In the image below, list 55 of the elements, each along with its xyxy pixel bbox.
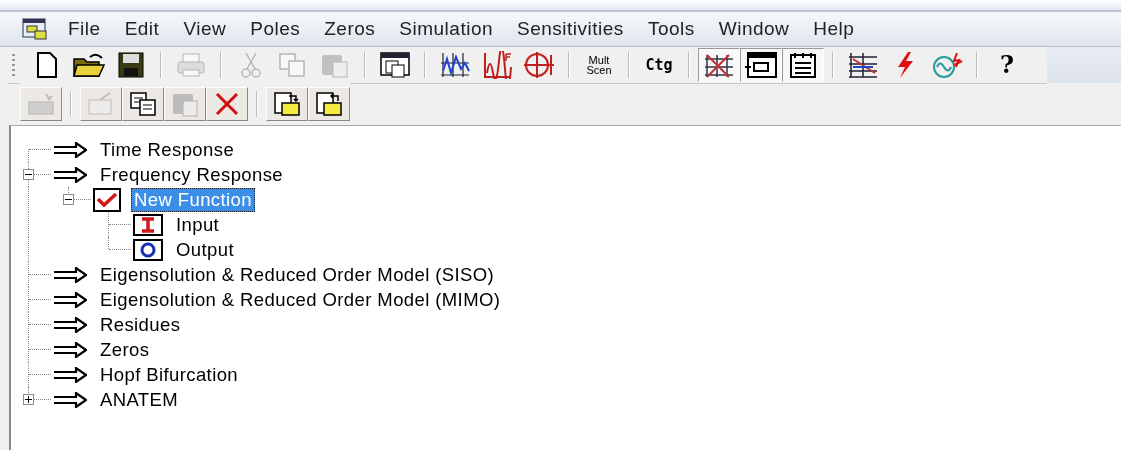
menu-item[interactable]: File [56, 18, 113, 40]
curve-chart-icon [481, 50, 513, 79]
toolbar-button[interactable]: Mult Scen [578, 47, 620, 82]
menu-item[interactable]: View [171, 18, 239, 40]
menu-item[interactable]: Sensitivities [505, 18, 636, 40]
copy-button[interactable] [122, 87, 164, 121]
menu-item[interactable]: Window [706, 18, 802, 40]
folder-export-button[interactable] [308, 87, 350, 121]
printer-icon [175, 50, 207, 79]
menu-item[interactable]: Edit [112, 18, 172, 40]
tree-item[interactable]: Input [173, 212, 223, 237]
checkmark-icon [93, 187, 121, 212]
target-chart-icon [523, 50, 555, 79]
toolbar-grip[interactable] [12, 53, 15, 76]
scissors-icon [241, 50, 261, 79]
menu-item[interactable]: Poles [238, 18, 313, 40]
save-icon [117, 50, 145, 79]
window-pages-icon [379, 50, 411, 79]
expander-toggle[interactable] [23, 169, 34, 180]
tree-item[interactable]: ANATEM [97, 387, 182, 412]
delete-button[interactable] [206, 87, 248, 121]
notepad-icon [788, 50, 818, 79]
menu-item[interactable]: Tools [635, 18, 707, 40]
menu-item[interactable]: Help [801, 18, 867, 40]
delete-icon [214, 91, 240, 117]
tree-item[interactable]: Eigensolution & Reduced Order Model (SISO) [97, 262, 498, 287]
window-button[interactable] [740, 47, 782, 82]
folder-import-icon [272, 90, 302, 118]
tree-item[interactable]: Output [173, 237, 237, 262]
folder-import-button[interactable] [266, 87, 308, 121]
output-icon [133, 238, 163, 261]
app-icon[interactable] [22, 17, 48, 41]
toolbar-button[interactable]: ? [986, 47, 1028, 82]
notepad-button[interactable] [782, 47, 824, 82]
expander-toggle[interactable] [63, 194, 74, 205]
tree-item[interactable]: Eigensolution & Reduced Order Model (MIMO) [97, 287, 504, 312]
new-page-icon [35, 50, 59, 79]
line-chart-icon [439, 50, 471, 79]
input-icon [133, 213, 163, 236]
copy-icon [128, 90, 158, 118]
menu-item[interactable]: Simulation [387, 18, 506, 40]
menu-item[interactable]: Zeros [312, 18, 388, 40]
toolbar-button[interactable]: Ctg [638, 47, 680, 82]
tree-item[interactable]: Frequency Response [97, 162, 287, 187]
grid-button[interactable] [698, 47, 740, 82]
tree-item[interactable]: Time Response [97, 137, 238, 162]
sine-wave-icon [930, 50, 964, 79]
table-chart-icon [847, 50, 879, 79]
copy-icon [278, 50, 308, 79]
folder-export-icon [314, 90, 344, 118]
expander-toggle[interactable] [23, 394, 34, 405]
window-icon [744, 50, 778, 79]
tree-item[interactable]: Zeros [97, 337, 153, 362]
tree-item[interactable]: Residues [97, 312, 184, 337]
tree-item[interactable]: Hopf Bifurcation [97, 362, 242, 387]
